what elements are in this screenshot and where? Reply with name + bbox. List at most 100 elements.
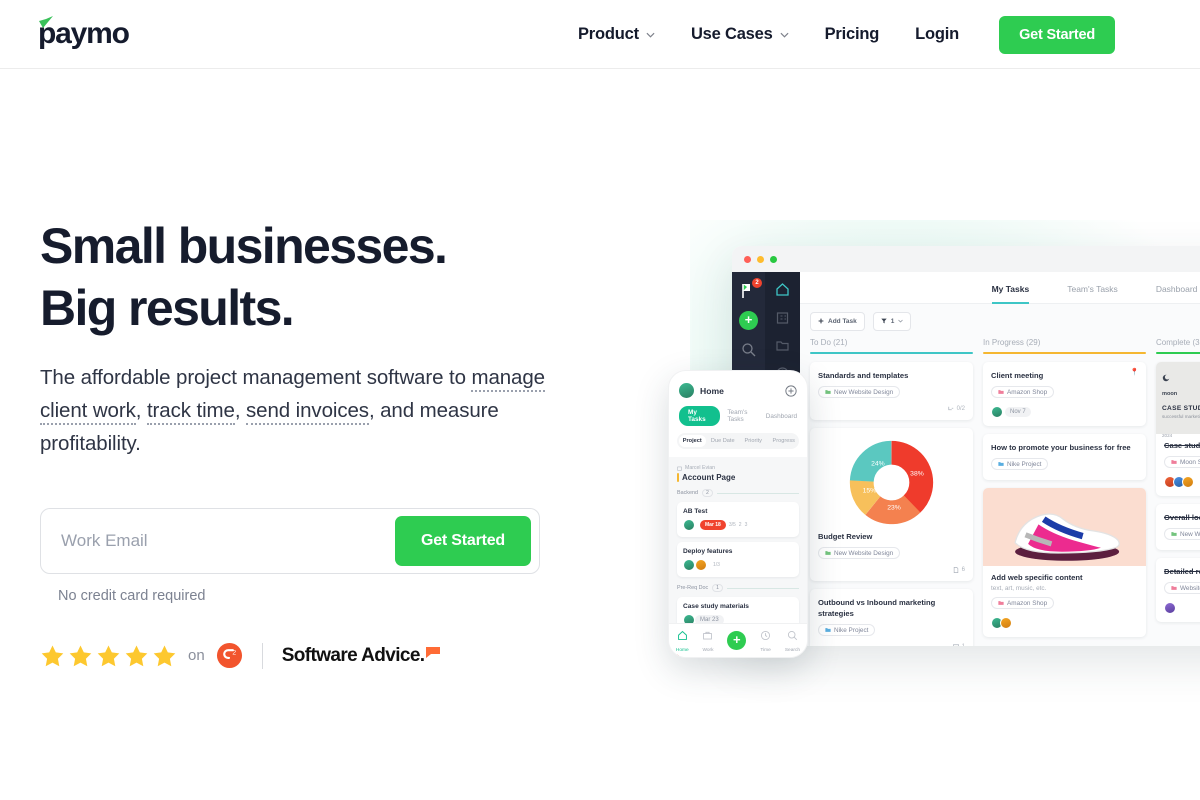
task-card[interactable]: moon CASE STUDY successful marketing for…: [1156, 362, 1200, 496]
subtab-priority[interactable]: Priority: [740, 435, 767, 447]
project-name: Nike Project: [834, 626, 869, 634]
tab-teams-tasks[interactable]: Team's Tasks: [1067, 272, 1118, 304]
hero-content: Small businesses. Big results. The affor…: [40, 215, 560, 669]
tab-my-tasks[interactable]: My Tasks: [679, 406, 721, 426]
paymo-logo[interactable]: paymo: [38, 16, 130, 50]
add-circle-icon[interactable]: [785, 384, 797, 397]
nav-search[interactable]: Search: [785, 628, 800, 653]
subtab-progress[interactable]: Progress: [771, 435, 798, 447]
task-title: Case study materials: [683, 603, 749, 610]
project-title: Account Page: [677, 473, 799, 482]
header-get-started-button[interactable]: Get Started: [999, 15, 1116, 54]
nav-item-product[interactable]: Product: [560, 0, 673, 69]
avatar: [1000, 617, 1012, 629]
home-icon[interactable]: [775, 282, 790, 297]
page-title: Small businesses. Big results.: [40, 215, 560, 339]
nav-item-use-cases[interactable]: Use Cases: [673, 0, 807, 69]
link-track-time[interactable]: track time: [146, 399, 235, 425]
tab-dashboard[interactable]: Dashboard: [766, 413, 797, 420]
subtask-count: 3/5: [728, 522, 736, 528]
column-title: Complete: [1156, 338, 1191, 347]
link-send-invoices[interactable]: send invoices: [246, 399, 369, 425]
subtab-project[interactable]: Project: [679, 435, 706, 447]
comment-count: 2: [738, 522, 742, 528]
project-chip: New Website Design: [1164, 528, 1200, 540]
client-name: Marcel Evian: [685, 465, 715, 471]
avatar: [1164, 602, 1176, 614]
app-logo-icon[interactable]: 2: [740, 278, 762, 299]
work-email-input[interactable]: [41, 510, 395, 572]
project-name: New Website Design: [1180, 530, 1200, 538]
filter-button[interactable]: 1: [872, 311, 912, 331]
mobile-bottom-nav: Home Work + Time Search: [669, 623, 807, 657]
avatar: [695, 559, 707, 571]
tab-my-tasks[interactable]: My Tasks: [991, 272, 1030, 304]
mobile-tab-bar: My Tasks Team's Tasks Dashboard: [669, 398, 807, 426]
task-title: Deploy features: [683, 548, 733, 555]
kanban-board: To Do (21) Standards and templates New W…: [800, 338, 1200, 646]
project-name: Account Page: [682, 473, 736, 482]
nav-item-pricing[interactable]: Pricing: [807, 0, 898, 69]
folder-icon[interactable]: [775, 338, 790, 353]
task-group-header: Pre-Req Doc 1: [677, 584, 799, 592]
file-count: 3: [744, 522, 748, 528]
group-name: Pre-Req Doc: [677, 585, 709, 591]
close-icon[interactable]: [744, 255, 751, 263]
nav-home[interactable]: Home: [676, 628, 689, 653]
task-card[interactable]: 38% 23% 15% 24% Budget Review New Websit…: [810, 428, 973, 581]
task-meta: Mar 18 3/5 2 3: [683, 519, 793, 531]
pin-icon: 📍: [1130, 369, 1139, 376]
column-header: In Progress (29): [983, 338, 1146, 352]
home-icon: [677, 630, 687, 640]
briefcase-icon: [703, 631, 713, 640]
avatar: [1182, 476, 1194, 488]
task-card[interactable]: Overall look and feel New Website Design: [1156, 504, 1200, 550]
subtab-due-date[interactable]: Due Date: [710, 435, 737, 447]
mobile-header: Home: [669, 371, 807, 398]
project-chip: Amazon Shop: [991, 386, 1055, 398]
nav-add[interactable]: +: [727, 631, 747, 650]
search-icon[interactable]: [741, 342, 756, 357]
software-advice-logo[interactable]: Software Advice.: [282, 645, 440, 667]
g2-icon[interactable]: 2: [216, 642, 243, 669]
tab-teams-tasks[interactable]: Team's Tasks: [727, 409, 758, 423]
mobile-title: Home: [700, 385, 724, 396]
nav-label: Login: [915, 25, 960, 43]
hero-get-started-button[interactable]: Get Started: [394, 516, 531, 566]
project-chip: Nike Project: [991, 458, 1049, 470]
sneaker-image: [1014, 513, 1120, 561]
group-name: Backend: [677, 490, 698, 496]
tab-dashboard[interactable]: Dashboard: [1156, 272, 1198, 304]
notification-badge: 2: [752, 278, 762, 288]
task-meta: 6: [818, 567, 965, 573]
maximize-icon[interactable]: [770, 255, 777, 263]
avatar: [991, 406, 1003, 418]
project-name: Moon Shop: [1180, 458, 1200, 466]
nav-time[interactable]: Time: [760, 628, 771, 653]
nav-work[interactable]: Work: [702, 628, 714, 653]
donut-label-3: 15%: [863, 488, 877, 495]
folder-icon: [1171, 586, 1177, 590]
site-header: paymo Product Use Cases Pricing Login Ge…: [0, 0, 1200, 69]
task-card[interactable]: Outbound vs Inbound marketing strategies…: [810, 589, 973, 646]
building-icon[interactable]: [775, 310, 790, 325]
task-card[interactable]: 📍 Client meeting Amazon Shop Nov 7: [983, 362, 1146, 426]
minimize-icon[interactable]: [757, 255, 764, 263]
speech-bubble-icon: [425, 646, 440, 658]
task-meta: 1/3: [683, 559, 793, 571]
folder-icon: [998, 462, 1004, 466]
add-button[interactable]: +: [739, 311, 758, 330]
task-card[interactable]: Standards and templates New Website Desi…: [810, 362, 973, 420]
mobile-task-list: Marcel Evian Account Page Backend 2 AB T…: [669, 457, 807, 657]
mobile-task-card[interactable]: AB Test Mar 18 3/5 2 3: [677, 502, 799, 537]
donut-label-2: 23%: [887, 505, 901, 512]
add-task-button[interactable]: Add Task: [810, 311, 865, 331]
sneaker-thumbnail: [983, 488, 1146, 566]
task-card[interactable]: Add web specific content text, art, musi…: [983, 488, 1146, 637]
client-label: Marcel Evian: [677, 465, 799, 471]
nav-item-login[interactable]: Login: [897, 0, 977, 69]
task-card[interactable]: Detailed requirements Website Redesign: [1156, 558, 1200, 622]
task-card[interactable]: How to promote your business for free Ni…: [983, 434, 1146, 480]
avatar[interactable]: [679, 383, 694, 398]
mobile-task-card[interactable]: Deploy features 1/3: [677, 542, 799, 577]
